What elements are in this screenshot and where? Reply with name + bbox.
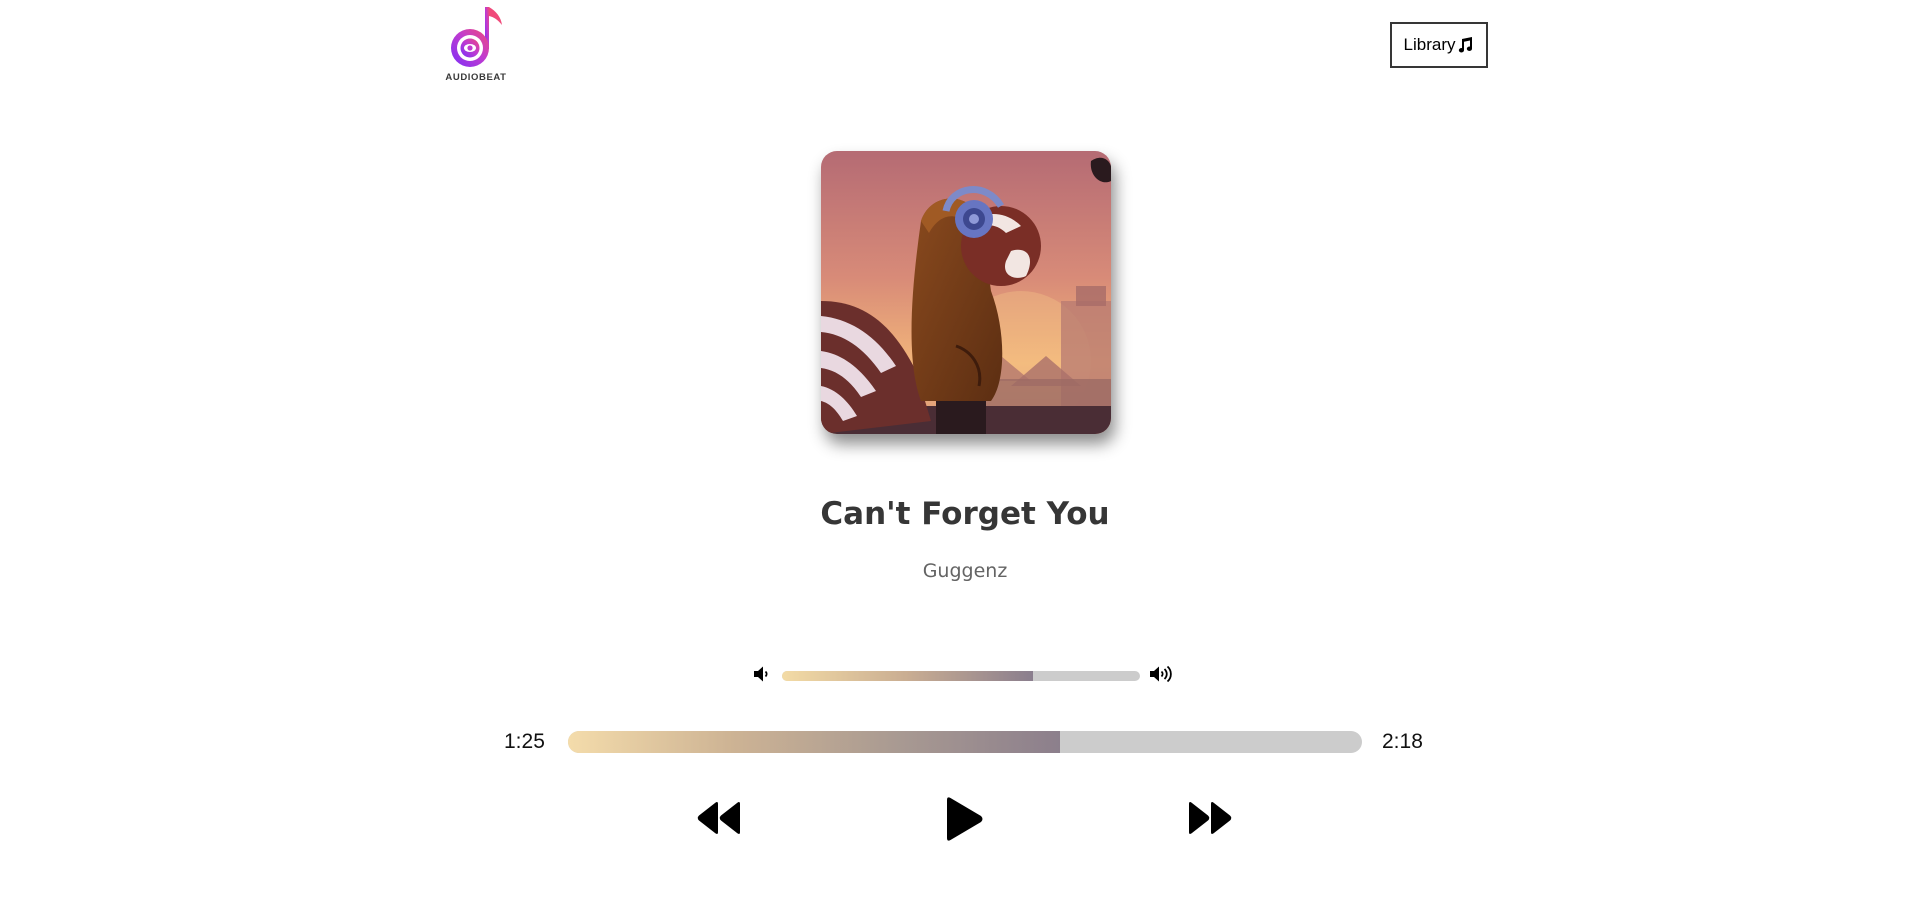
next-button[interactable] bbox=[1187, 798, 1233, 838]
rewind-icon bbox=[697, 802, 740, 834]
music-note-logo-icon bbox=[451, 7, 502, 67]
seek-bar[interactable] bbox=[568, 731, 1362, 753]
current-time: 1:25 bbox=[504, 730, 545, 753]
volume-high-icon[interactable] bbox=[1149, 664, 1175, 689]
library-button[interactable]: Library bbox=[1390, 22, 1488, 68]
music-note-icon bbox=[1459, 37, 1473, 53]
duration: 2:18 bbox=[1382, 730, 1423, 753]
music-player-page: AUDIOBEAT Library Can't Forget You Gugge… bbox=[0, 0, 1920, 915]
previous-button[interactable] bbox=[696, 798, 742, 838]
volume-slider-fill bbox=[782, 671, 1033, 681]
play-button[interactable] bbox=[943, 795, 985, 843]
volume-low-icon[interactable] bbox=[753, 664, 771, 689]
fast-forward-icon bbox=[1189, 802, 1232, 834]
library-button-label: Library bbox=[1403, 35, 1456, 54]
song-artist: Guggenz bbox=[922, 560, 1008, 582]
song-title: Can't Forget You bbox=[820, 496, 1110, 532]
logo-text: AUDIOBEAT bbox=[445, 72, 507, 83]
audiobeat-logo[interactable]: AUDIOBEAT bbox=[440, 3, 512, 85]
album-cover bbox=[821, 151, 1111, 434]
seek-bar-fill bbox=[568, 731, 1061, 753]
album-cover-image bbox=[821, 151, 1111, 434]
volume-slider[interactable] bbox=[782, 671, 1140, 681]
play-icon bbox=[947, 797, 983, 841]
